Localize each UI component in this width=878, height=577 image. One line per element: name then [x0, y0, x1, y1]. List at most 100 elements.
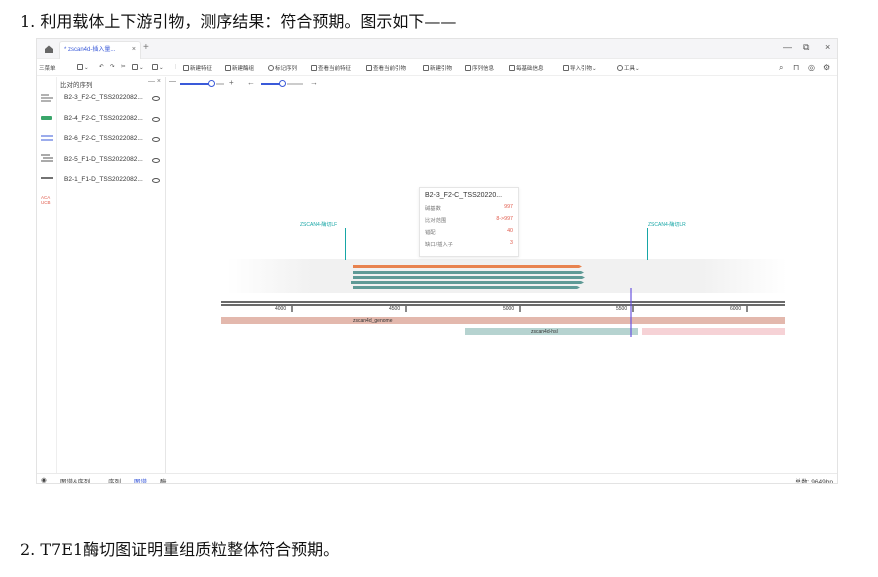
popup-row-label: 碱基数: [425, 206, 441, 212]
cut-icon[interactable]: ✂: [121, 64, 126, 70]
ruler-tick-label: 5000: [503, 306, 515, 312]
search-icon[interactable]: ⌕: [779, 63, 783, 73]
tab-map-and-sequence[interactable]: 图谱&序列: [60, 476, 90, 483]
visibility-eye-icon[interactable]: [152, 137, 160, 142]
seq-info-button[interactable]: 序列信息: [465, 64, 494, 72]
scroll-left-icon[interactable]: ←: [247, 78, 255, 87]
sequence-list-item[interactable]: B2-1_F1-D_TSS2022082...: [64, 176, 143, 183]
visibility-eye-icon[interactable]: [152, 158, 160, 163]
read-b2-3[interactable]: [353, 265, 582, 268]
reads-icon[interactable]: [41, 94, 53, 102]
restore-button[interactable]: ⧉: [803, 42, 809, 53]
read-b2-5[interactable]: [351, 281, 584, 284]
tab-sequence[interactable]: 序列: [108, 476, 121, 483]
sidebar-icon-column: ACA UCB: [37, 77, 57, 473]
undo-icon[interactable]: ↶: [99, 64, 104, 70]
settings-icon[interactable]: ⚙: [823, 63, 830, 72]
visibility-eye-icon[interactable]: [152, 96, 160, 101]
eye-icon[interactable]: ◉: [41, 476, 47, 483]
bookmark-icon[interactable]: ⊓: [793, 63, 799, 72]
read-b2-1[interactable]: [353, 286, 580, 289]
import-icon: [563, 65, 569, 71]
primer-label-left[interactable]: ZSCAN4-酶切LF: [300, 221, 337, 228]
copy-icon[interactable]: ⌄: [132, 64, 144, 71]
zoom-out-icon[interactable]: —: [169, 78, 176, 85]
alignment-icon[interactable]: [41, 134, 53, 142]
primer-marker-left: [345, 228, 346, 260]
tab-close-icon[interactable]: ×: [132, 42, 136, 58]
genome-feature-label: zscan4d_genome: [353, 318, 393, 324]
tab-title: * zscan4d-插入量...: [64, 47, 116, 53]
visibility-eye-icon[interactable]: [152, 178, 160, 183]
zoom-slider-knob[interactable]: [208, 80, 215, 87]
new-primer-button[interactable]: 新建酶组: [225, 64, 254, 72]
tab-document[interactable]: * zscan4d-插入量... ×: [59, 41, 141, 59]
panel-controls[interactable]: — ×: [148, 78, 161, 85]
primer-marker-right: [647, 228, 648, 260]
view-features-label: 查看当前特征: [318, 66, 352, 72]
paste-icon[interactable]: ⌄: [152, 64, 164, 71]
ruler-icon[interactable]: [41, 174, 53, 182]
tools-button[interactable]: 工具⌄: [617, 64, 640, 72]
mark-icon: [268, 65, 274, 71]
scroll-right-icon[interactable]: →: [310, 78, 318, 87]
primer-icon: [225, 65, 231, 71]
map-canvas[interactable]: ZSCAN4-酶切LF ZSCAN4-酶切LR 4000 4500 5000 5500…: [167, 91, 837, 473]
sequence-letters-icon[interactable]: ACA UCB: [41, 195, 51, 205]
read-b2-4[interactable]: [353, 271, 584, 274]
read-b2-6[interactable]: [353, 276, 585, 279]
popup-row-label: 比对范围: [425, 218, 447, 224]
import-primer-button[interactable]: 导入引物⌄: [563, 64, 597, 72]
tab-enzyme[interactable]: 酶: [160, 476, 167, 483]
help-icon[interactable]: ◎: [808, 63, 815, 72]
popup-row: 比对范围 8->997: [425, 216, 513, 224]
pan-slider-knob[interactable]: [279, 80, 286, 87]
feature-track-icon[interactable]: [41, 114, 53, 122]
new-feature-button[interactable]: 新建特征: [183, 64, 212, 72]
primer-track-icon[interactable]: [41, 154, 53, 162]
tab-map[interactable]: 图谱: [134, 476, 147, 483]
toolbar: 三菜单 ⌄ ↶ ↷ ✂ ⌄ ⌄ | 新建特征 新建酶组 标记序列 查看当前特征 …: [37, 60, 837, 76]
gear-icon: [617, 65, 623, 71]
pan-slider-rest: [287, 83, 303, 85]
read-info-popup: B2-3_F2-C_TSS20220... 碱基数 997 比对范围 8->997 错配…: [419, 187, 519, 257]
minimize-button[interactable]: —: [783, 42, 792, 52]
view-primers-button[interactable]: 查看当前引物: [366, 64, 406, 72]
zoom-in-icon[interactable]: +: [229, 78, 234, 87]
tools-label: 工具: [624, 66, 636, 72]
view-features-button[interactable]: 查看当前特征: [311, 64, 351, 72]
new-primer-label: 新建酶组: [232, 66, 255, 72]
popup-row-value: 3: [510, 240, 513, 246]
toolbar-divider: |: [175, 64, 177, 70]
view-features-icon: [311, 65, 317, 71]
feature-pink-region[interactable]: [642, 328, 785, 335]
redo-icon[interactable]: ↷: [110, 64, 115, 70]
sequence-list-item[interactable]: B2-5_F1-D_TSS2022082...: [64, 156, 143, 163]
mark-seq-button[interactable]: 标记序列: [268, 64, 297, 72]
popup-title: B2-3_F2-C_TSS20220...: [425, 192, 503, 199]
base-info-button[interactable]: 每基础信息: [509, 64, 544, 72]
sequence-list-item[interactable]: B2-3_F2-C_TSS2022082...: [64, 94, 143, 101]
panel-title: 比对的序列: [60, 82, 93, 89]
popup-row-label: 错配: [425, 230, 436, 236]
alignment-map: [221, 259, 787, 337]
new-primer2-button[interactable]: 新建引物: [423, 64, 452, 72]
sequence-list-item[interactable]: B2-6_F2-C_TSS2022082...: [64, 135, 143, 142]
view-primers-label: 查看当前引物: [373, 66, 407, 72]
aligned-sequences-panel: 比对的序列 — × B2-3_F2-C_TSS2022082... B2-4_F2…: [57, 77, 166, 473]
sequence-list-item[interactable]: B2-4_F2-C_TSS2022082...: [64, 115, 143, 122]
new-feature-label: 新建特征: [190, 66, 213, 72]
primer-label-right[interactable]: ZSCAN4-酶切LR: [648, 221, 686, 228]
save-icon[interactable]: ⌄: [77, 64, 89, 71]
new-primer2-icon: [423, 65, 429, 71]
home-icon[interactable]: [43, 43, 55, 55]
menu-button[interactable]: 三菜单: [39, 64, 56, 72]
close-button[interactable]: ×: [825, 42, 830, 52]
visibility-eye-icon[interactable]: [152, 117, 160, 122]
feature-icon: [183, 65, 189, 71]
zoom-controls: — + ← →: [167, 78, 367, 89]
doc-heading-1: 1. 利用载体上下游引物，测序结果：符合预期。图示如下——: [20, 12, 457, 31]
feature-genome[interactable]: [221, 317, 785, 324]
ruler-tick-label: 4500: [389, 306, 401, 312]
add-tab-button[interactable]: +: [143, 42, 149, 53]
